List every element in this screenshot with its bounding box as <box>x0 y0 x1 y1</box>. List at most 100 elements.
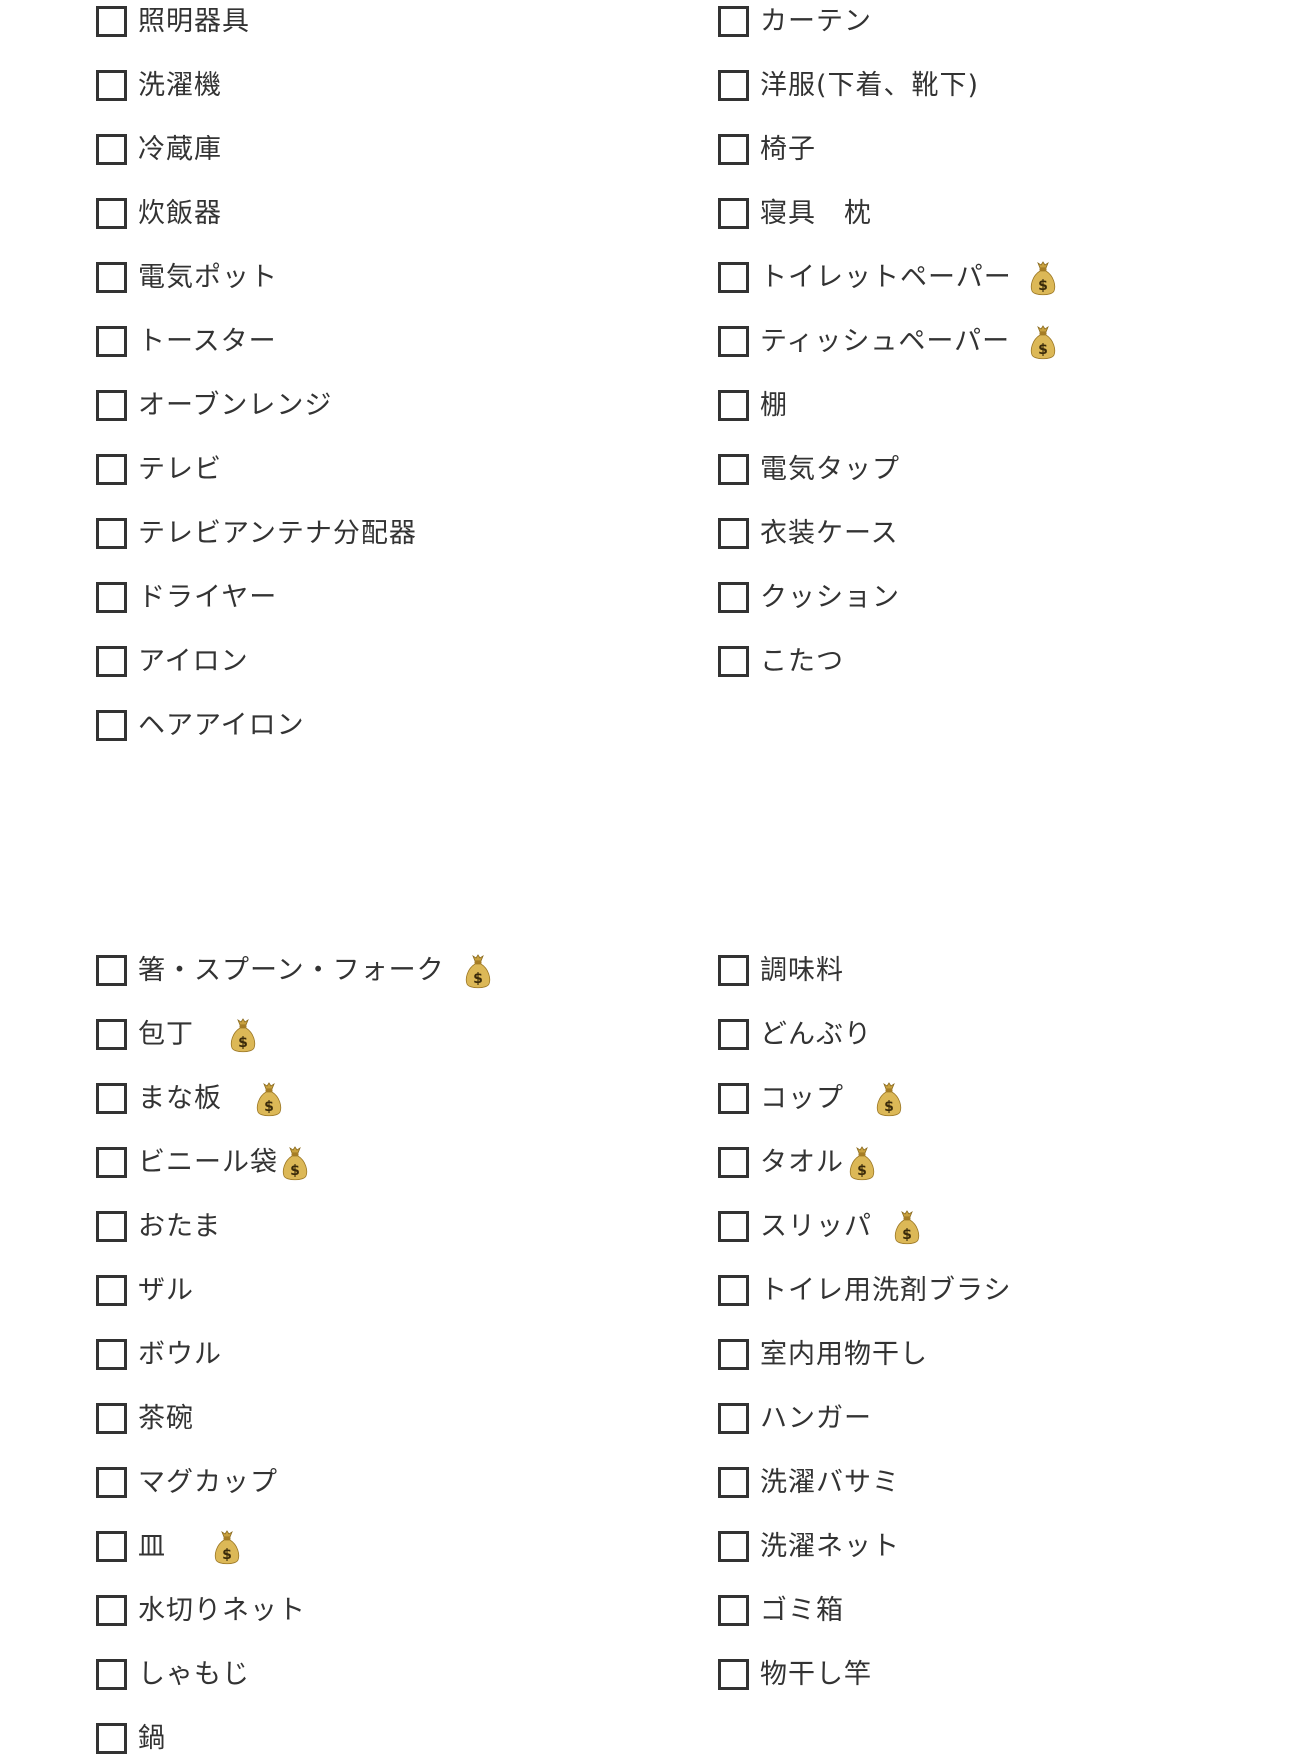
item-label: ティッシュペーパー <box>760 326 1011 357</box>
checkbox[interactable] <box>96 1467 127 1498</box>
item-label: コップ <box>760 1083 844 1114</box>
checkbox[interactable] <box>718 1403 749 1434</box>
item-label: テレビ <box>138 454 222 485</box>
checkbox[interactable] <box>718 1019 749 1050</box>
item-label: 棚 <box>760 390 788 421</box>
checkbox[interactable] <box>718 1467 749 1498</box>
svg-text:$: $ <box>857 1163 867 1179</box>
checkbox[interactable] <box>718 454 749 485</box>
checkbox[interactable] <box>96 70 127 101</box>
money-bag-icon: $ <box>214 1529 240 1567</box>
money-bag-icon: $ <box>1030 260 1056 298</box>
checkbox[interactable] <box>96 262 127 293</box>
item-label: 洋服(下着、靴下) <box>760 70 980 101</box>
money-bag-icon: $ <box>894 1209 920 1247</box>
item-label: アイロン <box>138 646 249 677</box>
item-label: ビニール袋 <box>138 1147 278 1178</box>
checkbox[interactable] <box>718 1531 749 1562</box>
item-label: どんぶり <box>760 1019 872 1050</box>
item-label: ヘアアイロン <box>138 710 305 741</box>
checkbox[interactable] <box>96 1019 127 1050</box>
money-bag-icon: $ <box>230 1017 256 1055</box>
checkbox[interactable] <box>96 955 127 986</box>
item-label: 衣装ケース <box>760 518 899 549</box>
item-label: オーブンレンジ <box>138 390 333 421</box>
checkbox[interactable] <box>96 6 127 37</box>
checkbox[interactable] <box>96 1083 127 1114</box>
item-label: しゃもじ <box>138 1659 250 1690</box>
checkbox[interactable] <box>718 955 749 986</box>
svg-text:$: $ <box>264 1099 274 1115</box>
checkbox[interactable] <box>718 1659 749 1690</box>
checkbox[interactable] <box>96 1403 127 1434</box>
item-label: 皿 <box>138 1531 166 1562</box>
checkbox[interactable] <box>96 1275 127 1306</box>
money-bag-icon: $ <box>876 1081 902 1119</box>
item-label: 洗濯バサミ <box>760 1467 900 1498</box>
svg-text:$: $ <box>238 1035 248 1051</box>
item-label: まな板 <box>138 1083 222 1114</box>
item-label: 電気ポット <box>138 262 278 293</box>
checkbox[interactable] <box>718 326 749 357</box>
item-label: ザル <box>138 1275 194 1306</box>
checkbox[interactable] <box>718 646 749 677</box>
item-label: カーテン <box>760 6 872 37</box>
checkbox[interactable] <box>96 1659 127 1690</box>
checkbox[interactable] <box>718 198 749 229</box>
item-label: 寝具 枕 <box>760 198 872 229</box>
checkbox[interactable] <box>96 710 127 741</box>
checkbox[interactable] <box>96 1147 127 1178</box>
checkbox[interactable] <box>96 1595 127 1626</box>
item-label: テレビアンテナ分配器 <box>138 518 417 549</box>
item-label: 洗濯機 <box>138 70 222 101</box>
checkbox[interactable] <box>96 326 127 357</box>
item-label: 照明器具 <box>138 6 250 37</box>
checkbox[interactable] <box>718 1147 749 1178</box>
checkbox[interactable] <box>718 6 749 37</box>
item-label: おたま <box>138 1211 222 1242</box>
item-label: 室内用物干し <box>760 1339 928 1370</box>
item-label: 鍋 <box>138 1723 166 1754</box>
item-label: マグカップ <box>138 1467 278 1498</box>
item-label: こたつ <box>760 646 844 677</box>
checkbox[interactable] <box>718 518 749 549</box>
checkbox[interactable] <box>96 198 127 229</box>
checkbox[interactable] <box>96 390 127 421</box>
checkbox[interactable] <box>96 1531 127 1562</box>
svg-text:$: $ <box>1038 278 1048 294</box>
checkbox[interactable] <box>718 1275 749 1306</box>
svg-text:$: $ <box>473 971 483 987</box>
svg-text:$: $ <box>222 1547 232 1563</box>
checkbox[interactable] <box>96 582 127 613</box>
checkbox[interactable] <box>718 134 749 165</box>
checkbox[interactable] <box>718 1339 749 1370</box>
item-label: トイレットペーパー <box>760 262 1012 293</box>
checkbox[interactable] <box>718 582 749 613</box>
checkbox[interactable] <box>718 262 749 293</box>
item-label: 調味料 <box>760 955 844 986</box>
checkbox[interactable] <box>96 646 127 677</box>
checkbox[interactable] <box>96 134 127 165</box>
svg-text:$: $ <box>1038 342 1048 358</box>
item-label: クッション <box>760 582 900 613</box>
item-label: トイレ用洗剤ブラシ <box>760 1275 1012 1306</box>
checkbox[interactable] <box>96 454 127 485</box>
item-label: 箸・スプーン・フォーク <box>138 955 445 986</box>
item-label: ゴミ箱 <box>760 1595 844 1626</box>
item-label: スリッパ <box>760 1211 872 1242</box>
checkbox[interactable] <box>96 1211 127 1242</box>
checkbox[interactable] <box>718 1595 749 1626</box>
checkbox[interactable] <box>96 1723 127 1754</box>
item-label: 包丁 <box>138 1019 194 1050</box>
checkbox[interactable] <box>96 518 127 549</box>
checkbox[interactable] <box>718 1211 749 1242</box>
money-bag-icon: $ <box>849 1145 875 1183</box>
checkbox[interactable] <box>718 70 749 101</box>
money-bag-icon: $ <box>256 1081 282 1119</box>
item-label: 水切りネット <box>138 1595 306 1626</box>
checkbox[interactable] <box>718 390 749 421</box>
money-bag-icon: $ <box>282 1145 308 1183</box>
checkbox[interactable] <box>718 1083 749 1114</box>
checkbox[interactable] <box>96 1339 127 1370</box>
item-label: 茶碗 <box>138 1403 194 1434</box>
